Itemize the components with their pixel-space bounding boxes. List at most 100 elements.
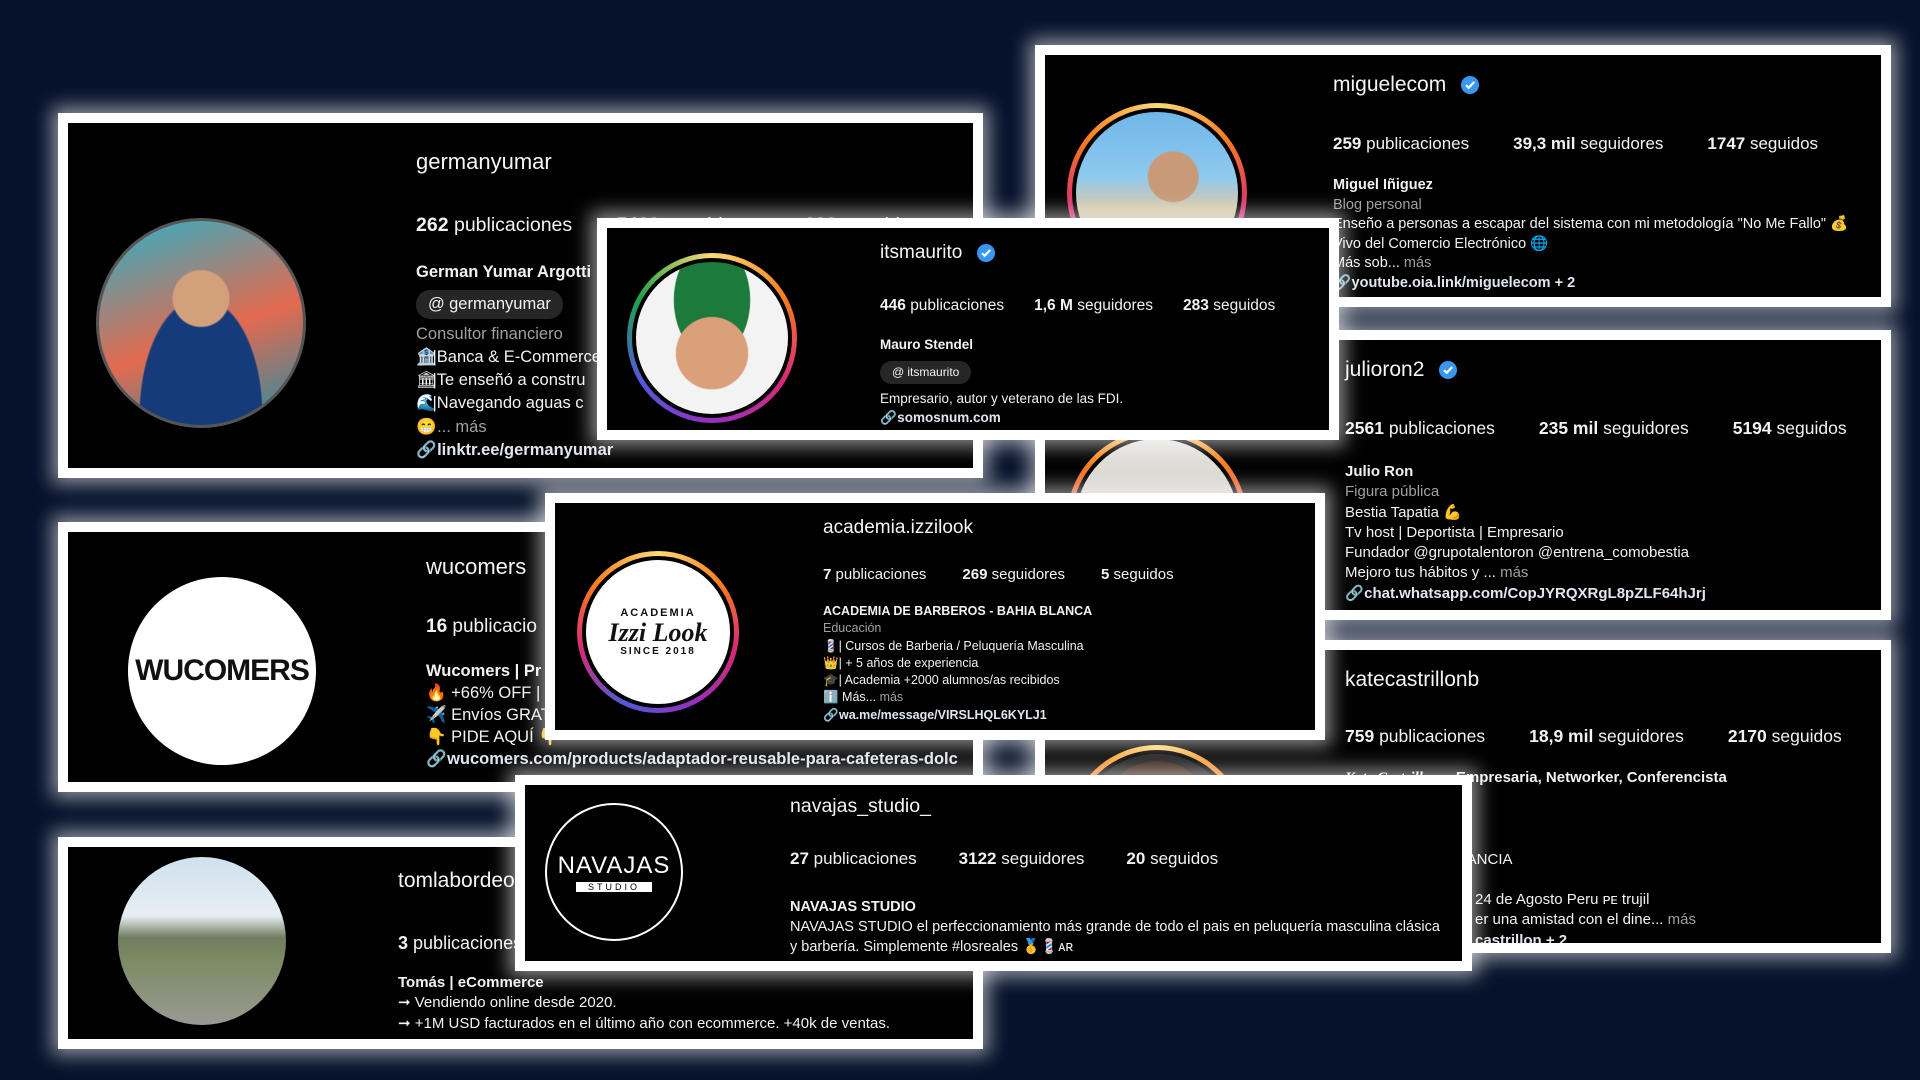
bio-line: Enseño a personas a escapar del sistema … <box>1333 216 1849 233</box>
wave-icon: 🌊 <box>416 394 437 413</box>
profile-category: Consultor financiero <box>416 325 563 344</box>
more-link[interactable]: ... más <box>437 418 487 436</box>
wucomers-logo-text: WUCOMERS <box>135 654 310 687</box>
username-katecastrillonb[interactable]: katecastrillonb <box>1345 668 1479 691</box>
logo-bottom-text: SINCE 2018 <box>620 646 696 658</box>
bio-line: Vivo del Comercio Electrónico 🌐 <box>1333 235 1549 252</box>
following-stat[interactable]: 2170 seguidos <box>1728 726 1842 747</box>
threads-badge[interactable]: @ germanyumar <box>416 290 563 320</box>
posts-stat[interactable]: 759 publicaciones <box>1345 726 1485 747</box>
bio-line: 24 de Agosto Peru ᴘᴇ trujil <box>1475 891 1650 908</box>
bio-line: er una amistad con el dine... <box>1475 911 1664 929</box>
username-itsmaurito[interactable]: itsmaurito <box>880 242 962 263</box>
more-link[interactable]: más <box>1404 255 1431 271</box>
posts-stat[interactable]: 7 publicaciones <box>823 566 926 583</box>
threads-icon: @ <box>892 364 905 379</box>
posts-stat[interactable]: 259 publicaciones <box>1333 134 1469 154</box>
bio-line: ➞ Vendiendo online desde 2020. <box>398 994 617 1012</box>
profile-category: Blog personal <box>1333 196 1422 213</box>
followers-stat[interactable]: 1,6 M seguidores <box>1034 297 1153 315</box>
following-stat[interactable]: 20 seguidos <box>1126 849 1218 869</box>
username-tomlabordeo[interactable]: tomlabordeo <box>398 869 515 893</box>
profile-name-rest: ~ Empresaria, Networker, Conferencista <box>1442 769 1727 786</box>
avatar-itsmaurito[interactable] <box>627 253 797 423</box>
bio-line: Empresario, autor y veterano de las FDI. <box>880 390 1124 406</box>
avatar-tomlabordeo[interactable] <box>118 857 286 1025</box>
bio-line: |Banca & E-Commerce <box>432 348 601 367</box>
posts-stat[interactable]: 27 publicaciones <box>790 849 917 869</box>
posts-stat[interactable]: 446 publicaciones <box>880 297 1004 315</box>
profile-name: Miguel Iñiguez <box>1333 177 1433 193</box>
username-germanyumar[interactable]: germanyumar <box>416 149 552 175</box>
profile-link[interactable]: wa.me/message/VIRSLHQL6KYLJ1 <box>839 708 1047 722</box>
avatar-germanyumar[interactable] <box>96 218 306 428</box>
profile-name: German Yumar Argotti <box>416 263 592 281</box>
posts-stat[interactable]: 262 publicaciones <box>416 214 572 237</box>
followers-stat[interactable]: 235 mil seguidores <box>1539 418 1689 439</box>
bank-icon: 🏦 <box>416 348 437 367</box>
profile-link[interactable]: castrillon + 2 <box>1475 931 1696 944</box>
username-wucomers[interactable]: wucomers <box>426 554 526 580</box>
bio-line: 🎓| Academia +2000 alumnos/as recibidos <box>823 673 1060 687</box>
bio-line: ➞ +1M USD facturados en el último año co… <box>398 1014 890 1032</box>
link-icon: 🔗 <box>1345 584 1364 602</box>
navajas-logo-sub: STUDIO <box>575 882 652 892</box>
bio-line: Fundador @grupotalentoron @entrena_comob… <box>1345 544 1690 561</box>
profile-link[interactable]: youtube.oia.link/miguelecom + 2 <box>1352 275 1576 291</box>
link-icon: 🔗 <box>880 409 897 425</box>
profile-name: ACADEMIA DE BARBEROS - BAHIA BLANCA <box>823 604 1093 618</box>
profile-link[interactable]: chat.whatsapp.com/CopJYRQXRgL8pZLF64hJrj <box>1364 585 1706 602</box>
following-stat[interactable]: 5194 seguidos <box>1733 418 1847 439</box>
following-stat[interactable]: 283 seguidos <box>1183 297 1275 315</box>
link-icon: 🔗 <box>416 440 437 459</box>
following-stat[interactable]: 5 seguidos <box>1101 566 1174 583</box>
username-navajas[interactable]: navajas_studio_ <box>790 795 931 818</box>
more-link[interactable]: más <box>1668 911 1696 928</box>
profile-card-navajas: NAVAJAS STUDIO navajas_studio_ 27 public… <box>515 775 1472 971</box>
bio-line: y barbería. Simplemente #losreales 🥇💈ᴀʀ <box>790 939 1074 955</box>
link-icon: 🔗 <box>823 707 839 722</box>
username-miguelecom[interactable]: miguelecom <box>1333 73 1446 96</box>
threads-icon: @ <box>428 295 445 314</box>
followers-stat[interactable]: 39,3 mil seguidores <box>1513 134 1663 154</box>
profile-name: Tomás | eCommerce <box>398 974 544 991</box>
profile-link[interactable]: wucomers.com/products/adaptador-reusable… <box>447 750 958 768</box>
more-link[interactable]: más <box>1500 564 1528 581</box>
bio-line: Más sob... <box>1333 255 1400 272</box>
bio-line: 💈| Cursos de Barberia / Peluquería Mascu… <box>823 638 1084 653</box>
bio-line: Mejoro tus hábitos y ... <box>1345 564 1496 582</box>
profile-link[interactable]: linktr.ee/germanyumar <box>437 441 613 459</box>
followers-stat[interactable]: 3122 seguidores <box>959 849 1085 869</box>
profile-card-izzilook: ACADEMIA Izzi Look SINCE 2018 academia.i… <box>545 493 1325 740</box>
profile-name: Julio Ron <box>1345 463 1414 480</box>
navajas-logo-text: NAVAJAS <box>557 852 671 879</box>
face-icon: 😁 <box>416 417 437 436</box>
logo-main-text: Izzi Look <box>608 617 708 647</box>
profile-card-itsmaurito: itsmaurito 446 publicaciones 1,6 M segui… <box>597 218 1339 440</box>
avatar-wucomers[interactable]: WUCOMERS <box>128 577 316 765</box>
threads-badge[interactable]: @ itsmaurito <box>880 360 972 384</box>
bio-line: |Navegando aguas c <box>432 394 584 413</box>
avatar-navajas[interactable]: NAVAJAS STUDIO <box>545 803 683 941</box>
verified-badge-icon <box>976 243 995 262</box>
username-julioron2[interactable]: julioron2 <box>1345 358 1424 381</box>
verified-badge-icon <box>1461 76 1480 95</box>
profile-name: Mauro Stendel <box>880 337 974 352</box>
bio-line: |Te enseñó a constru <box>432 371 586 390</box>
bio-line: Tv host | Deportista | Empresario <box>1345 523 1564 541</box>
profile-category: Educación <box>823 621 882 636</box>
followers-stat[interactable]: 269 seguidores <box>962 566 1065 583</box>
building-icon: 🏛 <box>416 371 437 390</box>
posts-stat[interactable]: 16 publicacio <box>426 616 537 638</box>
posts-stat[interactable]: 2561 publicaciones <box>1345 418 1495 439</box>
username-izzilook[interactable]: academia.izzilook <box>823 517 973 539</box>
following-stat[interactable]: 1747 seguidos <box>1707 134 1818 154</box>
verified-badge-icon <box>1439 361 1458 380</box>
avatar-izzilook[interactable]: ACADEMIA Izzi Look SINCE 2018 <box>577 551 739 713</box>
bio-line: ℹ️ Más... <box>823 690 877 705</box>
more-link[interactable]: más <box>880 690 904 704</box>
link-icon: 🔗 <box>426 750 447 769</box>
followers-stat[interactable]: 18,9 mil seguidores <box>1529 726 1684 747</box>
posts-stat[interactable]: 3 publicaciones <box>398 933 522 954</box>
profile-link[interactable]: somosnum.com <box>897 410 1001 425</box>
